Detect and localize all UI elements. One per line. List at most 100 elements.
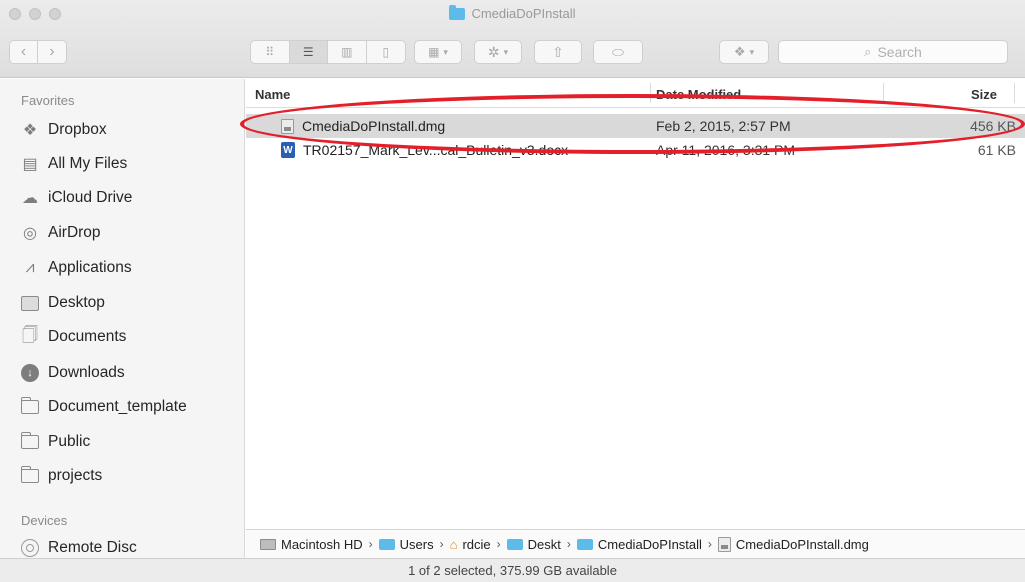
path-segment-users[interactable]: Users — [378, 536, 434, 552]
column-header-name[interactable]: Name — [255, 87, 290, 102]
dmg-file-icon — [281, 118, 294, 134]
list-view-button[interactable]: ☰ — [289, 41, 328, 63]
list-view-icon: ☰ — [302, 45, 314, 59]
file-name-cell: CmediaDoPInstall.dmg — [281, 118, 445, 134]
share-button[interactable]: ⇧ — [534, 40, 582, 64]
file-row[interactable]: W TR02157_Mark_Lev...cal_Bulletin_v3.doc… — [246, 138, 1025, 162]
folder-icon — [20, 432, 39, 451]
path-separator-icon: › — [439, 537, 444, 551]
sidebar-item-public[interactable]: Public — [20, 427, 91, 457]
sidebar-item-label: AirDrop — [48, 224, 101, 241]
sidebar-item-desktop[interactable]: Desktop — [21, 288, 105, 318]
path-separator-icon: › — [368, 537, 373, 551]
chevron-down-icon: ▾ — [503, 46, 509, 57]
file-date: Feb 2, 2015, 2:57 PM — [656, 118, 791, 134]
path-segment-home[interactable]: ⌂ rdcie — [450, 537, 491, 552]
folder-icon — [506, 538, 523, 550]
file-date: Apr 11, 2016, 3:31 PM — [656, 142, 796, 158]
dropbox-icon: ❖ — [733, 44, 746, 59]
chevron-down-icon: ▾ — [749, 46, 755, 57]
tags-button[interactable]: ⬭ — [593, 40, 643, 64]
path-segment-folder[interactable]: CmediaDoPInstall — [576, 536, 702, 552]
cloud-icon: ☁ — [22, 190, 38, 207]
back-button[interactable]: ‹ — [10, 41, 39, 63]
sidebar-section-favorites: Favorites — [21, 93, 75, 108]
arrange-button[interactable]: ▦ ▾ — [414, 40, 462, 64]
sidebar-item-dropbox[interactable]: ❖ Dropbox — [21, 115, 107, 145]
path-segment-macintosh-hd[interactable]: Macintosh HD — [260, 537, 363, 552]
disc-icon — [21, 539, 39, 557]
icon-view-button[interactable]: ⠿ — [251, 41, 290, 63]
file-row[interactable]: CmediaDoPInstall.dmg Feb 2, 2015, 2:57 P… — [246, 114, 1025, 138]
sidebar-item-label: Dropbox — [48, 121, 107, 138]
file-list: Name Date Modified Size CmediaDoPInstall… — [246, 79, 1025, 529]
gear-icon: ✲ — [487, 43, 500, 60]
home-icon: ⌂ — [449, 536, 458, 552]
sidebar-item-projects[interactable]: projects — [20, 461, 103, 491]
file-size: 61 KB — [977, 142, 1016, 158]
hard-drive-icon — [260, 538, 276, 550]
folder-icon — [576, 538, 593, 550]
forward-button[interactable]: › — [38, 41, 66, 63]
sidebar-item-label: Remote Disc — [48, 539, 137, 556]
file-name: CmediaDoPInstall.dmg — [302, 118, 446, 134]
word-file-icon: W — [281, 142, 295, 158]
column-divider[interactable] — [883, 83, 884, 103]
file-name-cell: W TR02157_Mark_Lev...cal_Bulletin_v3.doc… — [281, 142, 568, 158]
column-divider[interactable] — [1014, 83, 1015, 103]
sidebar-item-airdrop[interactable]: ◎ AirDrop — [21, 218, 101, 248]
sidebar-item-label: projects — [48, 467, 103, 484]
sidebar-item-icloud-drive[interactable]: ☁ iCloud Drive — [21, 183, 132, 213]
path-segment-label: CmediaDoPInstall — [597, 536, 702, 552]
sidebar-section-devices: Devices — [21, 513, 68, 528]
path-segment-file[interactable]: CmediaDoPInstall.dmg — [717, 536, 869, 552]
sidebar-item-label: Public — [48, 433, 91, 450]
tag-icon: ⬭ — [612, 43, 624, 60]
file-name: TR02157_Mark_Lev...cal_Bulletin_v3.docx — [303, 142, 569, 158]
file-size: 456 KB — [970, 118, 1016, 134]
applications-icon: ⩘ — [25, 259, 35, 276]
folder-icon — [449, 4, 466, 20]
path-segment-label: CmediaDoPInstall.dmg — [735, 536, 869, 552]
sidebar-item-documents[interactable]: 🗍 Documents — [21, 322, 126, 352]
column-divider[interactable] — [650, 83, 651, 103]
path-bar: Macintosh HD › Users › ⌂ rdcie › Deskt ›… — [246, 529, 1025, 558]
view-mode-control: ⠿ ☰ ▥ ▯ — [250, 40, 406, 64]
list-header: Name Date Modified Size — [246, 79, 1025, 108]
sidebar-item-all-my-files[interactable]: ▤ All My Files — [21, 149, 127, 179]
column-header-size[interactable]: Size — [971, 87, 997, 102]
dropbox-icon: ❖ — [22, 122, 38, 139]
path-segment-desktop[interactable]: Deskt — [506, 537, 561, 552]
icon-view-icon: ⠿ — [265, 45, 275, 59]
search-icon: ⌕ — [864, 44, 872, 59]
dropbox-toolbar-button[interactable]: ❖ ▾ — [719, 40, 769, 64]
window-title-text: CmediaDoPInstall — [471, 6, 576, 21]
chevron-down-icon: ▾ — [443, 46, 448, 57]
sidebar-item-label: Applications — [48, 259, 132, 276]
sidebar-item-label: Downloads — [48, 364, 125, 381]
sidebar-item-applications[interactable]: ⩘ Applications — [21, 253, 132, 283]
arrange-icon: ▦ — [428, 45, 440, 59]
search-field[interactable]: ⌕ Search — [778, 40, 1008, 64]
downloads-icon: ↓ — [21, 364, 39, 382]
documents-icon: 🗍 — [22, 326, 38, 344]
action-button[interactable]: ✲ ▾ — [474, 40, 522, 64]
folder-icon — [20, 466, 39, 485]
sidebar-item-remote-disc[interactable]: Remote Disc — [21, 533, 137, 558]
column-header-date[interactable]: Date Modified — [656, 87, 741, 102]
window-title: CmediaDoPInstall — [0, 4, 1025, 21]
column-view-icon: ▥ — [341, 45, 353, 59]
cover-flow-icon: ▯ — [382, 45, 390, 59]
path-segment-label: rdcie — [462, 536, 491, 552]
window-toolbar: CmediaDoPInstall ‹ › ⠿ ☰ ▥ ▯ ▦ ▾ ✲ ▾ ⇧ ⬭… — [0, 0, 1025, 78]
desktop-icon — [21, 294, 39, 312]
column-view-button[interactable]: ▥ — [328, 41, 367, 63]
status-bar: 1 of 2 selected, 375.99 GB available — [0, 558, 1025, 582]
sidebar-item-document-template[interactable]: Document_template — [20, 392, 187, 422]
path-segment-label: Users — [399, 536, 434, 552]
path-separator-icon: › — [707, 537, 712, 551]
search-placeholder: Search — [877, 44, 922, 60]
cover-flow-button[interactable]: ▯ — [367, 41, 405, 63]
sidebar-item-downloads[interactable]: ↓ Downloads — [21, 358, 125, 388]
navigation-buttons: ‹ › — [9, 40, 67, 64]
